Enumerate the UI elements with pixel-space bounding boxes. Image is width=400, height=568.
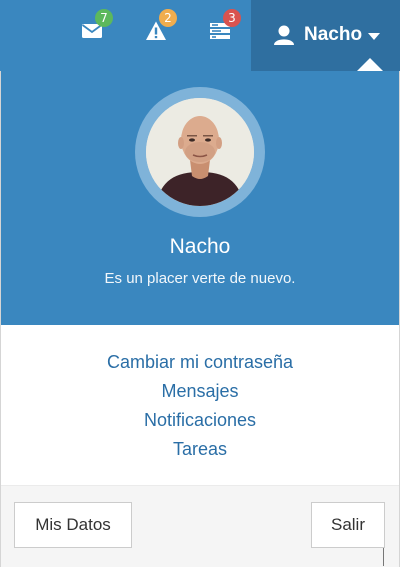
top-navbar: 7 2 3 Nacho: [0, 0, 400, 72]
user-dropdown-menu: Nacho Es un placer verte de nuevo. Cambi…: [0, 71, 400, 567]
avatar-ring: [135, 87, 265, 217]
messages-button[interactable]: 7: [81, 9, 113, 42]
link-notifications[interactable]: Notificaciones: [1, 406, 399, 435]
alerts-button[interactable]: 2: [145, 9, 177, 42]
tasks-button[interactable]: 3: [209, 9, 241, 42]
messages-count-badge: 7: [95, 9, 113, 27]
link-change-password[interactable]: Cambiar mi contraseña: [1, 348, 399, 377]
scrollbar-edge: [383, 548, 384, 566]
navbar-username: Nacho: [304, 24, 363, 45]
logout-button[interactable]: Salir: [311, 502, 385, 548]
profile-name: Nacho: [169, 235, 231, 258]
link-tasks[interactable]: Tareas: [1, 435, 399, 464]
profile-photo: [146, 98, 254, 206]
caret-down-icon: [368, 33, 380, 40]
user-icon: [274, 25, 294, 45]
welcome-message: Es un placer verte de nuevo.: [104, 270, 296, 287]
my-data-button[interactable]: Mis Datos: [14, 502, 132, 548]
profile-links: Cambiar mi contraseña Mensajes Notificac…: [1, 348, 399, 464]
avatar: [146, 98, 254, 206]
dropdown-footer: Mis Datos Salir: [1, 485, 399, 567]
tasks-count-badge: 3: [223, 9, 241, 27]
profile-header: Nacho Es un placer verte de nuevo.: [1, 71, 399, 325]
link-messages[interactable]: Mensajes: [1, 377, 399, 406]
dropdown-pointer: [357, 58, 383, 71]
alerts-count-badge: 2: [159, 9, 177, 27]
